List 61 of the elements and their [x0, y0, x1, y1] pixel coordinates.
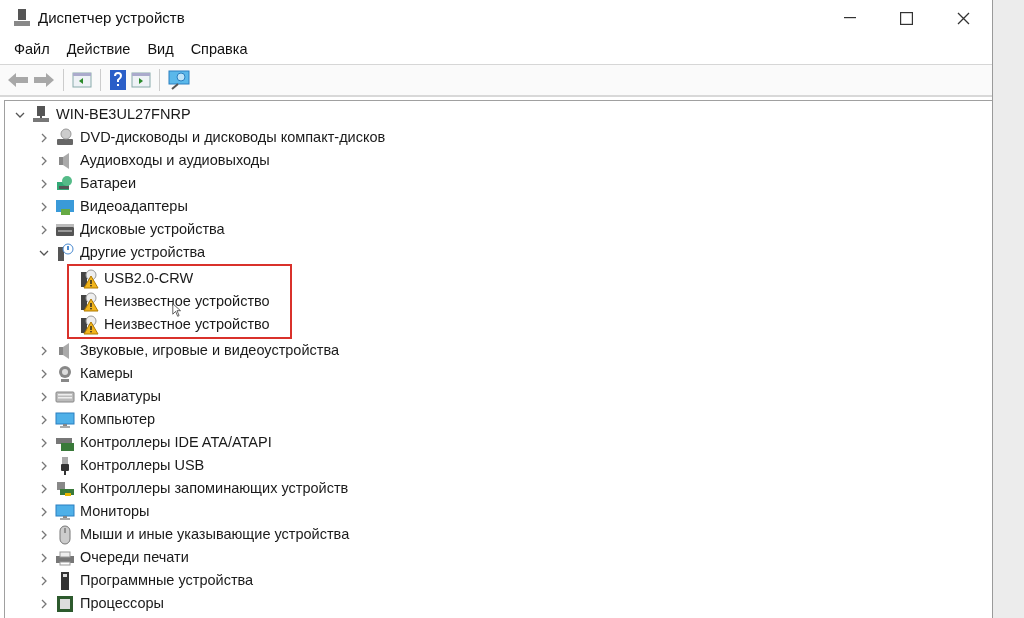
monitor-icon [55, 501, 75, 522]
expand-chevron-icon[interactable] [39, 483, 49, 494]
processor-icon [55, 593, 75, 614]
device-category-label[interactable]: Клавиатуры [80, 385, 161, 408]
expand-chevron-icon[interactable] [39, 437, 49, 448]
expand-chevron-icon[interactable] [39, 201, 49, 212]
device-category-label[interactable]: Компьютер [80, 408, 156, 431]
expand-chevron-icon[interactable] [39, 368, 49, 379]
expand-chevron-icon[interactable] [39, 132, 49, 143]
warning-device-icon [79, 268, 99, 289]
close-icon [957, 11, 970, 25]
device-category-label[interactable]: Звуковые, игровые и видеоустройства [80, 339, 339, 362]
device-category-label[interactable]: Камеры [80, 362, 134, 385]
expand-chevron-icon[interactable] [39, 224, 49, 235]
expand-chevron-icon[interactable] [39, 552, 49, 563]
device-category-label[interactable]: WIN-BE3UL27FNRP [56, 103, 191, 126]
device-category-label[interactable]: Контроллеры запоминающих устройств [80, 477, 349, 500]
help-icon[interactable] [109, 69, 127, 91]
show-pane-icon[interactable] [72, 71, 92, 89]
device-category-label[interactable]: Другие устройства [80, 241, 206, 264]
network-computer-icon [31, 104, 51, 125]
device-label[interactable]: USB2.0-CRW [104, 267, 194, 290]
monitor-icon [55, 409, 75, 430]
expand-chevron-icon[interactable] [39, 345, 49, 356]
expand-chevron-icon[interactable] [39, 598, 49, 609]
app-icon [13, 8, 31, 28]
device-category-label[interactable]: Аудиовходы и аудиовыходы [80, 149, 270, 172]
device-category-label[interactable]: DVD-дисководы и дисководы компакт-дисков [80, 126, 386, 149]
expand-chevron-icon[interactable] [39, 506, 49, 517]
device-category-label[interactable]: Процессоры [80, 592, 164, 615]
monitor-scan-icon[interactable] [168, 70, 190, 90]
warning-device-icon [79, 291, 99, 312]
expand-chevron-icon[interactable] [39, 575, 49, 586]
menu-item[interactable]: Справка [182, 39, 256, 61]
expand-chevron-icon[interactable] [39, 414, 49, 425]
device-category-label[interactable]: Мониторы [80, 500, 150, 523]
menu-item[interactable]: Вид [139, 39, 182, 61]
maximize-icon [900, 11, 913, 25]
device-category-label[interactable]: Дисковые устройства [80, 218, 225, 241]
device-category-label[interactable]: Очереди печати [80, 546, 189, 569]
device-label[interactable]: Неизвестное устройство [104, 313, 270, 336]
device-category-label[interactable]: Контроллеры IDE ATA/ATAPI [80, 431, 272, 454]
expand-chevron-icon[interactable] [39, 460, 49, 471]
minimize-icon [843, 17, 856, 19]
device-category-label[interactable]: Программные устройства [80, 569, 254, 592]
device-category-label[interactable]: Батареи [80, 172, 137, 195]
expand-chevron-icon[interactable] [39, 529, 49, 540]
menu-item[interactable]: Действие [58, 39, 139, 61]
expand-chevron-icon[interactable] [39, 391, 49, 402]
expand-chevron-icon[interactable] [39, 155, 49, 166]
menu-item[interactable]: Файл [6, 39, 58, 61]
device-category-label[interactable]: Контроллеры USB [80, 454, 205, 477]
device-category-label[interactable]: Мыши и иные указывающие устройства [80, 523, 350, 546]
warning-device-icon [79, 314, 99, 335]
device-category-label[interactable]: Видеоадаптеры [80, 195, 188, 218]
window-title: Диспетчер устройств [38, 7, 185, 28]
action-pane-icon[interactable] [131, 71, 151, 89]
expand-chevron-icon[interactable] [39, 178, 49, 189]
device-label[interactable]: Неизвестное устройство [104, 290, 270, 313]
unknown-device-icon [55, 242, 75, 263]
disc-drive-icon [55, 127, 75, 148]
